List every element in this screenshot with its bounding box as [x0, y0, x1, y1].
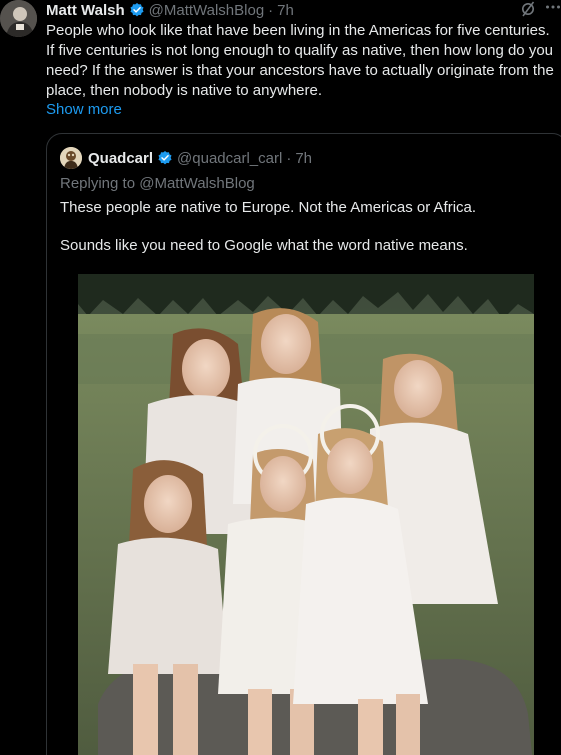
quoted-tweet-timestamp[interactable]: 7h	[295, 150, 312, 167]
replying-to-prefix: Replying to	[60, 175, 140, 192]
author-avatar[interactable]	[0, 0, 37, 37]
quoted-header-separator: ·	[286, 149, 292, 167]
show-more-link[interactable]: Show more	[46, 100, 122, 120]
photo-illustration	[78, 274, 534, 755]
tweet-header: Matt Walsh @MattWalshBlog · 7h	[46, 0, 294, 20]
replying-to-line: Replying to @MattWalshBlog	[60, 174, 255, 194]
grok-icon[interactable]	[520, 0, 536, 18]
quoted-tweet-header: Quadcarl @quadcarl_carl · 7h	[88, 148, 312, 168]
quoted-tweet-photo[interactable]	[78, 274, 534, 755]
quoted-tweet-card[interactable]: Quadcarl @quadcarl_carl · 7h Replying to…	[46, 133, 561, 755]
replying-to-handle[interactable]: @MattWalshBlog	[139, 175, 255, 192]
quoted-paragraph-2: Sounds like you need to Google what the …	[60, 237, 468, 254]
more-horizontal-icon[interactable]	[545, 0, 561, 18]
timeline: Matt Walsh @MattWalshBlog · 7h People wh…	[0, 0, 561, 755]
tweet-text: People who look like that have been livi…	[46, 22, 554, 99]
verified-badge-icon	[157, 150, 173, 166]
quoted-tweet-text: These people are native to Europe. Not t…	[60, 198, 540, 274]
author-handle[interactable]: @MattWalshBlog	[149, 2, 265, 19]
quoted-author-avatar	[60, 147, 82, 169]
quoted-author-handle[interactable]: @quadcarl_carl	[177, 150, 282, 167]
quoted-author-display-name[interactable]: Quadcarl	[88, 150, 153, 167]
header-separator: ·	[268, 1, 274, 19]
verified-badge-icon	[129, 2, 145, 18]
quoted-paragraph-1: These people are native to Europe. Not t…	[60, 199, 477, 216]
author-display-name[interactable]: Matt Walsh	[46, 2, 125, 19]
tweet-timestamp[interactable]: 7h	[277, 2, 294, 19]
